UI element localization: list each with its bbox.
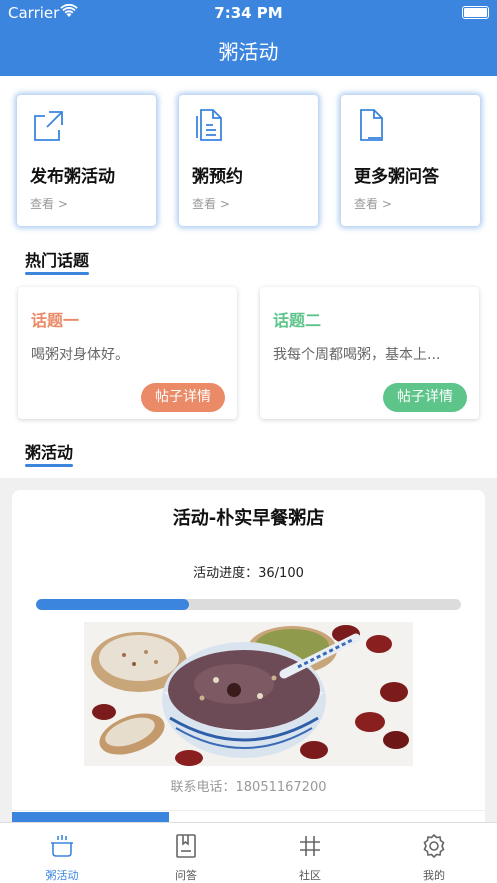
activity-title: 活动-朴实早餐粥店 <box>172 508 325 529</box>
tab-qa[interactable]: 问答 <box>124 823 248 883</box>
gear-icon <box>423 833 445 859</box>
share-external-icon <box>34 111 63 141</box>
section-title-hot-topics: 热门话题 <box>25 247 90 275</box>
page-title: 粥活动 <box>218 40 279 64</box>
progress-fill <box>36 599 189 610</box>
pot-icon <box>51 835 73 857</box>
file-minus-icon <box>360 109 383 141</box>
tab-label: 问答 <box>175 869 197 882</box>
hash-icon <box>300 836 320 856</box>
activity-phone[interactable]: 联系电话：18051167200 <box>12 776 485 795</box>
document-icon <box>196 109 222 141</box>
quick-action-label: 更多粥问答 <box>354 167 439 187</box>
tab-label: 粥活动 <box>45 869 79 882</box>
battery-icon <box>462 6 489 19</box>
divider <box>12 810 485 811</box>
activity-progress-text: 活动进度：36/100 <box>193 566 304 581</box>
status-time: 7:34 PM <box>214 4 283 22</box>
quick-action-more-qa[interactable]: 更多粥问答 查看 > <box>341 95 480 226</box>
topic-description: 喝粥对身体好。 <box>31 347 129 363</box>
quick-action-link[interactable]: 查看 > <box>192 195 230 212</box>
tab-profile[interactable]: 我的 <box>372 823 496 883</box>
quick-action-reservation[interactable]: 粥预约 查看 > <box>179 95 318 226</box>
quick-action-link[interactable]: 查看 > <box>354 195 392 212</box>
tab-activities[interactable]: 粥活动 <box>0 823 124 883</box>
tab-label: 我的 <box>423 869 445 882</box>
post-detail-button[interactable]: 帖子详情 <box>141 383 225 412</box>
quick-action-label: 发布粥活动 <box>30 167 115 187</box>
quick-action-publish-activity[interactable]: 发布粥活动 查看 > <box>17 95 156 226</box>
quick-action-label: 粥预约 <box>192 167 243 187</box>
section-title-activities: 粥活动 <box>25 439 74 467</box>
topic-title: 话题一 <box>31 311 80 330</box>
book-icon <box>176 834 196 858</box>
topic-description: 我每个周都喝粥，基本上... <box>273 347 441 363</box>
topic-card-1[interactable]: 话题一 喝粥对身体好。 帖子详情 <box>18 287 237 419</box>
navigation-bar: Carrier 7:34 PM 粥活动 <box>0 0 497 76</box>
section-underline <box>25 464 74 467</box>
topic-title: 话题二 <box>273 311 322 330</box>
tab-label: 社区 <box>299 869 321 882</box>
tab-bar: 粥活动 问答 社区 我的 <box>0 822 497 883</box>
tab-community[interactable]: 社区 <box>248 823 372 883</box>
porridge-photo <box>84 622 413 766</box>
section-underline <box>25 272 90 275</box>
activity-progress-bar <box>36 599 461 610</box>
quick-action-link[interactable]: 查看 > <box>30 195 68 212</box>
status-bar: Carrier 7:34 PM <box>0 0 497 24</box>
post-detail-button[interactable]: 帖子详情 <box>383 383 467 412</box>
topic-card-2[interactable]: 话题二 我每个周都喝粥，基本上... 帖子详情 <box>260 287 479 419</box>
